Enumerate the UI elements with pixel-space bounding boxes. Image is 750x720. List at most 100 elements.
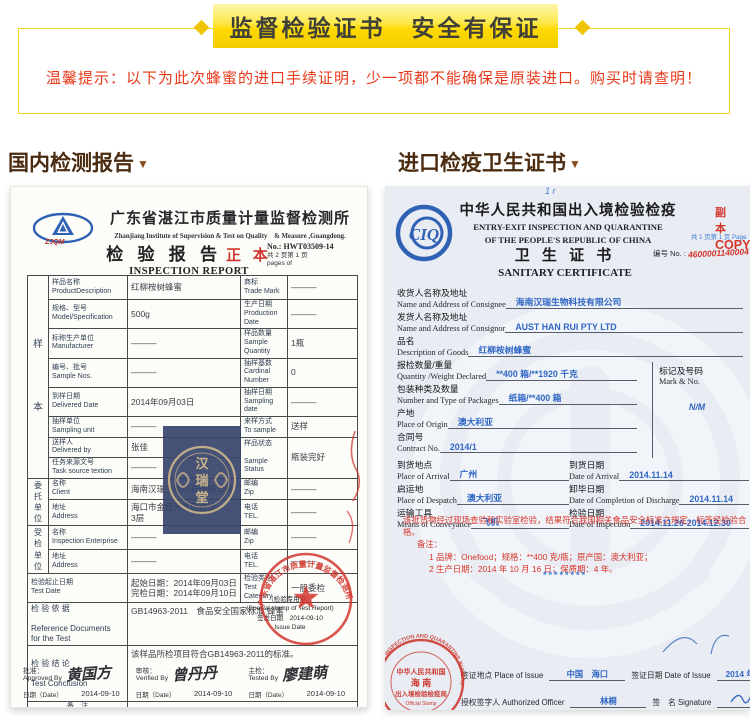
signature-name: 曾丹丹 — [171, 661, 217, 685]
field-label-en: Number and Type of Packages — [397, 396, 499, 405]
field-label-en: Place of Despatch — [397, 496, 457, 505]
signature-role: 批准： Approved By — [23, 665, 62, 682]
field-label-en: Place of Arrival — [397, 472, 450, 481]
field-label: 规格、型号 Model/Specification — [49, 300, 128, 329]
issue-date-value: 2014 年 12 月 3 — [717, 668, 750, 681]
field-value: ——— — [128, 702, 358, 708]
field-label-en: Date of Completion of Discharge — [569, 496, 679, 505]
banner-title: 监督检验证书 安全有保证 — [213, 4, 558, 48]
field-label: 任务来源文号 Task source textion — [49, 458, 128, 479]
issue-date-label: 签证日期 Date of Issue — [631, 670, 710, 681]
field-value: 海南汉瑞生物科技有限公司 — [506, 295, 743, 309]
watermark-char: 瑞 — [195, 473, 208, 488]
stamp-cn1: 中华人民共和国 — [397, 667, 446, 676]
field-value: **400 箱/**1920 千克 — [486, 367, 637, 381]
date-label: 日期（Date） — [248, 689, 288, 699]
field-label-en: Quantity /Weight Declared — [397, 372, 486, 381]
date-value: 2014-09-10 — [307, 689, 345, 699]
field-label: 检验起止日期 Test Date — [28, 574, 128, 603]
field-date-of-arrival: 到货日期 Date of Arrival2014.11.14 — [569, 458, 749, 481]
ciq-round-stamp: ENTRY-EXIT INSPECTION AND QUARANTINE BUR… — [385, 634, 469, 710]
page: 温馨提示：以下为此次蜂蜜的进口手续证明，少一项都不能确保是原装进口。购买时请查明… — [0, 0, 750, 720]
institute-name-en: Zhanjiang Institute of Supervision & Tes… — [99, 230, 361, 240]
report-title-cn: 检 验 报 告 — [106, 245, 222, 264]
mark-and-no-box: 标记及号码 Mark & No. N/M — [652, 362, 750, 458]
mark-label-cn: 标记及号码 — [659, 364, 750, 377]
institute-name-cn: 广东省湛江市质量计量监督检测所 — [99, 207, 361, 228]
field-value: AUST HAN RUI PTY LTD — [505, 322, 743, 333]
field-label: 地址 Address — [49, 550, 128, 574]
date-value: 2014-09-10 — [81, 689, 119, 699]
institute-name: 广东省湛江市质量计量监督检测所 Zhanjiang Institute of S… — [99, 207, 361, 240]
red-margin-marks — [337, 427, 363, 562]
certificate-number-label: 编号 No. : — [653, 249, 686, 258]
inspected-side-label: 受检 单位 — [28, 526, 49, 574]
section-title-import[interactable]: 进口检疫卫生证书▼ — [398, 147, 581, 177]
field-label: 送样人 Delivered by — [49, 437, 128, 458]
field-value: 澳大利亚 — [448, 415, 637, 429]
test-report-stamp: 广东省湛江市质量计量监督检测所 — [251, 549, 361, 654]
inspection-result-text: 该批货物经过现场查验和实验室检验，结果符合我国相关食品安全标准之规定，标签经检验… — [403, 514, 747, 575]
report-number-block: No.: HWT03509-14 共 2 页第 1 页 pages of — [267, 242, 363, 269]
field-label: 商标 Trade Mark — [241, 276, 288, 300]
officer-row: 授权签字人 Authorized Officer 林桐 签 名 Signatur… — [461, 691, 750, 708]
asterisk-divider: ******** — [385, 570, 745, 580]
chevron-down-icon: ▼ — [137, 157, 149, 171]
page-count: 共 1 页第 1 页 Page — [691, 232, 750, 241]
field-value: ——— — [288, 300, 358, 329]
field-label-cn: 发货人名称及地址 — [397, 310, 743, 321]
field-value: 2014.11.14 — [619, 470, 749, 481]
sanitary-certificate: 1 r CIQ 中华人民共和国出入境检验检疫 ENTRY-EXIT INSPEC… — [385, 186, 750, 710]
section-title-domestic-label: 国内检测报告 — [8, 152, 134, 175]
handwritten-page-note: 1 r — [545, 186, 556, 196]
field-consignor: 发货人名称及地址 Name and Address of ConsignorAU… — [397, 310, 743, 333]
field-discharge-date: 卸毕日期 Date of Completion of Discharge2014… — [569, 482, 749, 505]
sample-side-label: 样 本 — [28, 276, 49, 479]
signature-role: 主检： Tested By — [248, 665, 278, 682]
report-pages: 共 2 页第 1 页 pages of — [267, 252, 363, 269]
ciq-logo-text: CIQ — [409, 225, 439, 244]
officer-label: 授权签字人 Authorized Officer — [461, 697, 564, 708]
field-label: 标称生产单位 Manufacturer — [49, 329, 128, 358]
signature-label: 签 名 Signature — [652, 697, 711, 708]
result-line: 1 品牌：Onefood；规格：**400 克/瓶；原产国：澳大利亚； — [403, 551, 747, 563]
field-value: 广州 — [450, 467, 569, 481]
field-value: 2014.11.14 — [679, 494, 749, 505]
certificate-title-en: SANITARY CERTIFICATE — [385, 267, 745, 279]
result-line: 该批货物经过现场查验和实验室检验，结果符合我国相关食品安全标准之规定，标签经检验… — [403, 514, 747, 538]
handwritten-marks — [653, 622, 743, 667]
field-consignee: 收货人名称及地址 Name and Address of Consignee海南… — [397, 286, 743, 309]
certificate-number: 编号 No. : 4600001140004 — [653, 248, 749, 259]
stamp-caption: Official Stamp — [405, 701, 436, 707]
signature-row: 批准： Approved By黄国方 日期（Date）2014-09-10 审核… — [23, 663, 361, 699]
field-quantity: 报检数量/重量 Quantity /Weight Declared**400 箱… — [397, 358, 637, 381]
field-value: ——— — [128, 358, 241, 387]
field-label: 名称 Inspection Enterprise — [49, 526, 128, 550]
field-label-cn: 合同号 — [397, 430, 637, 441]
field-label: 抽样基数 Cardinal Number — [241, 358, 288, 387]
mark-value: N/M — [689, 402, 750, 412]
officer-value: 林桐 — [570, 695, 646, 708]
field-label-en: Name and Address of Consignee — [397, 300, 506, 309]
chevron-down-icon: ▼ — [569, 157, 581, 171]
field-value: 红柳桉树蜂蜜 — [128, 276, 241, 300]
date-label: 日期（Date） — [23, 689, 63, 699]
date-label: 日期（Date） — [136, 689, 176, 699]
field-value: ——— — [288, 387, 358, 416]
issue-place-label: 签证地点 Place of Issue — [461, 670, 543, 681]
field-label: 样品状态 Sample Status — [241, 437, 288, 478]
stamp-cn3: 出入境检验检疫局 — [395, 689, 448, 698]
field-value: 0 — [288, 358, 358, 387]
field-origin: 产地 Place of Origin澳大利亚 — [397, 406, 637, 429]
original-copy-mark: 正 本 — [226, 248, 272, 264]
ciq-org-name: 中华人民共和国出入境检验检疫 ENTRY-EXIT INSPECTION AND… — [459, 199, 677, 246]
field-packages: 包装种类及数量 Number and Type of Packages纸箱/**… — [397, 382, 637, 405]
field-label-en: Contract No. — [397, 444, 440, 453]
client-side-label: 委托 单位 — [28, 478, 49, 526]
field-label: 样品数量 Sample Quantity — [241, 329, 288, 358]
field-contract: 合同号 Contract No.2014/1 — [397, 430, 637, 453]
tip-text: 温馨提示：以下为此次蜂蜜的进口手续证明，少一项都不能确保是原装进口。购买时请查明… — [19, 67, 729, 88]
field-label: 编号、批号 Sample Nos. — [49, 358, 128, 387]
section-title-domestic[interactable]: 国内检测报告▼ — [8, 147, 149, 177]
signature-role: 审核： Verified By — [136, 665, 169, 682]
